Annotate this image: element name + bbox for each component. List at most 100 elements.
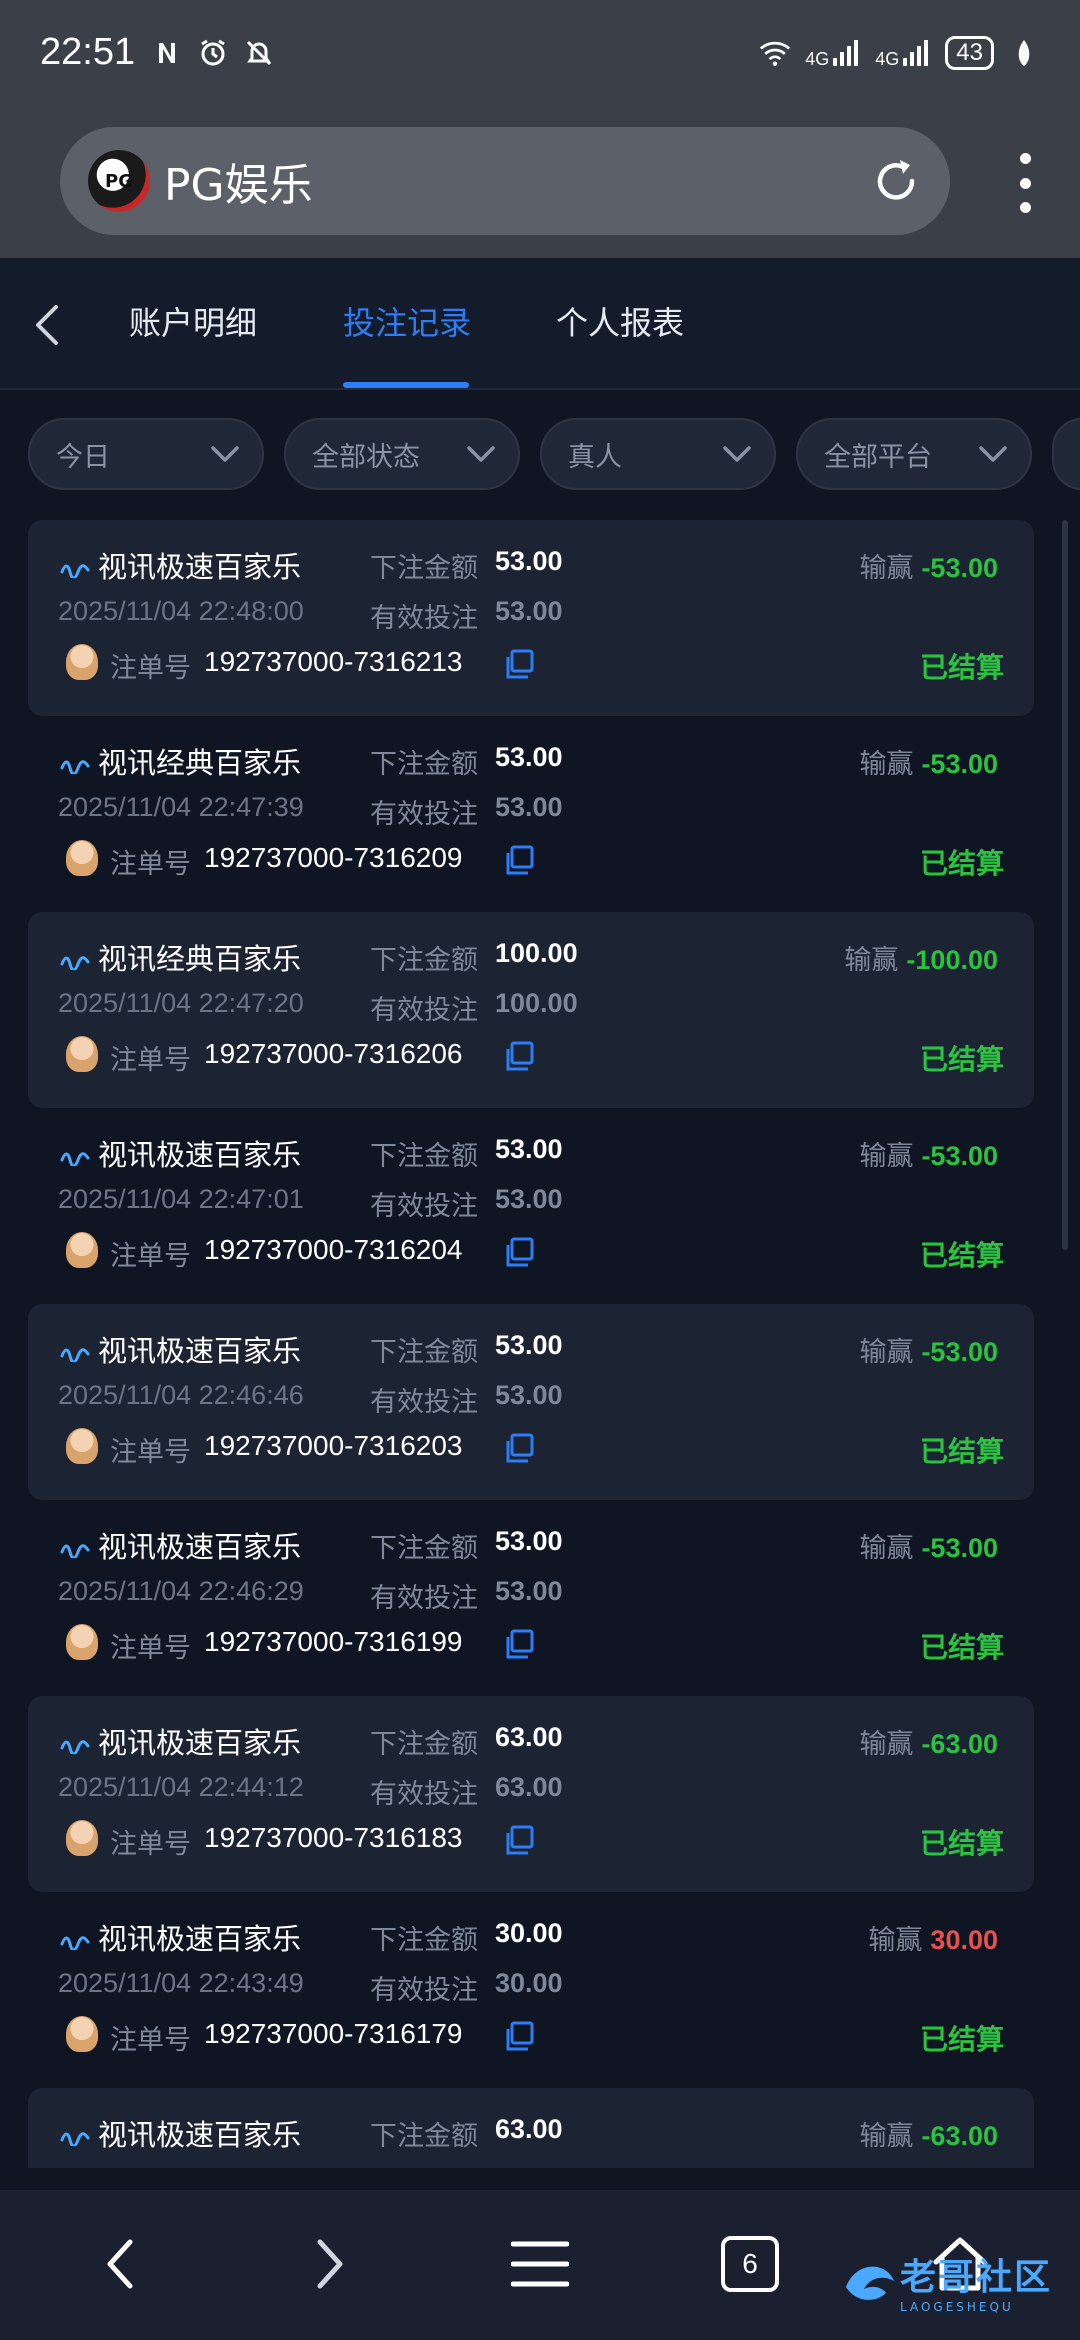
tab-bet-records[interactable]: 投注记录 [343,298,471,344]
reload-icon[interactable] [872,157,920,205]
bet-datetime: 2025/11/04 22:47:39 [58,792,304,822]
filter-platform[interactable]: 全部平台 [796,418,1032,490]
bet-record-card[interactable]: 视讯极速百家乐 下注金额 53.00 2025/11/04 22:46:46 有… [28,1304,1034,1500]
live-video-icon [60,1152,90,1166]
bet-amount-value: 53.00 [495,1526,563,1556]
live-video-icon [60,1740,90,1754]
filter-status[interactable]: 全部状态 [284,418,520,490]
win-loss: 输赢 -53.00 [859,1526,998,1565]
filter-category-label: 真人 [568,441,622,473]
order-number-label: 注单号 [110,2025,191,2056]
bet-record-card[interactable]: 视讯经典百家乐 下注金额 53.00 2025/11/04 22:47:39 有… [28,716,1034,912]
scrollbar[interactable] [1062,520,1068,1250]
win-loss-value: -63.00 [921,2121,998,2151]
win-loss-label: 输赢 [859,1337,914,1368]
dealer-avatar [66,1036,98,1072]
bet-record-card[interactable]: 视讯极速百家乐 下注金额 53.00 2025/11/04 22:48:00 有… [28,520,1034,716]
live-video-icon [60,2132,90,2146]
bet-record-card[interactable]: 视讯极速百家乐 下注金额 53.00 2025/11/04 22:47:01 有… [28,1108,1034,1304]
live-video-icon [60,1936,90,1950]
chevron-down-icon [467,446,495,462]
bet-record-card[interactable]: 视讯经典百家乐 下注金额 100.00 2025/11/04 22:47:20 … [28,912,1034,1108]
bet-datetime: 2025/11/04 22:46:29 [58,1576,304,1606]
dealer-avatar [66,1624,98,1660]
bet-amount-value: 53.00 [495,1134,563,1164]
win-loss: 输赢 -100.00 [844,938,998,977]
bet-record-card[interactable]: 视讯极速百家乐 下注金额 63.00 2025/11/04 22:44:12 有… [28,1696,1034,1892]
copy-icon[interactable] [504,844,536,876]
order-number-label: 注单号 [110,1045,191,1076]
bet-datetime: 2025/11/04 22:48:00 [58,596,304,626]
settlement-status: 已结算 [919,1827,1004,1860]
win-loss-label: 输赢 [859,1141,914,1172]
win-loss-value: 30.00 [930,1925,998,1955]
order-number-value: 192737000-7316204 [204,1234,463,1265]
signal-1: 4G [805,38,861,68]
order-number-value: 192737000-7316179 [204,2018,463,2049]
copy-icon[interactable] [504,1628,536,1660]
copy-icon[interactable] [504,648,536,680]
game-name: 视讯极速百家乐 [98,1726,302,1760]
watermark-subtext: LAOGESHEQU [900,2300,1014,2314]
valid-bet-label: 有效投注 [370,995,478,1026]
menu-icon[interactable] [510,2234,570,2294]
dealer-avatar [66,1820,98,1856]
back-nav-icon[interactable] [90,2234,150,2294]
game-name: 视讯极速百家乐 [98,1530,302,1564]
win-loss-value: -63.00 [921,1729,998,1759]
bet-amount-label: 下注金额 [370,749,478,780]
settlement-status: 已结算 [919,1631,1004,1664]
valid-bet-value: 53.00 [495,596,563,626]
bet-datetime: 2025/11/04 22:47:01 [58,1184,304,1214]
bet-record-card[interactable]: 视讯极速百家乐 下注金额 63.00 有效投注 注单号 输赢-63.00 [28,2088,1034,2168]
win-loss-label: 输赢 [859,2121,914,2152]
bet-record-card[interactable]: 视讯极速百家乐 下注金额 53.00 2025/11/04 22:46:29 有… [28,1500,1034,1696]
filter-platform-label: 全部平台 [824,441,932,473]
bet-record-card[interactable]: 视讯极速百家乐 下注金额 30.00 2025/11/04 22:43:49 有… [28,1892,1034,2088]
copy-icon[interactable] [504,1824,536,1856]
win-loss-label: 输赢 [859,553,914,584]
bet-amount-value: 30.00 [495,1918,563,1948]
win-loss: 输赢 30.00 [868,1918,998,1957]
signal-bars-icon [903,39,929,66]
tab-account-details[interactable]: 账户明细 [129,298,257,344]
game-name: 视讯极速百家乐 [98,550,302,584]
valid-bet-value: 53.00 [495,792,563,822]
mute-icon [243,37,275,69]
filter-category[interactable]: 真人 [540,418,776,490]
page-title: PG娱乐 [164,160,313,211]
win-loss-label: 输赢 [844,945,899,976]
dragon-logo-icon [846,2266,894,2300]
bet-amount-value: 53.00 [495,742,563,772]
dealer-avatar [66,1232,98,1268]
order-number-label: 注单号 [110,1633,191,1664]
bet-datetime: 2025/11/04 22:43:49 [58,1968,304,1998]
settlement-status: 已结算 [919,1239,1004,1272]
win-loss-value: -53.00 [921,553,998,583]
forward-nav-icon[interactable] [300,2234,360,2294]
win-loss-value: -100.00 [906,945,998,975]
order-number-value: 192737000-7316213 [204,646,463,677]
filter-status-label: 全部状态 [312,441,420,473]
filter-row: 今日 全部状态 真人 全部平台 [28,418,1032,490]
order-number-label: 注单号 [110,1241,191,1272]
chevron-down-icon [723,446,751,462]
valid-bet-value: 100.00 [495,988,578,1018]
more-menu-icon[interactable] [1010,153,1040,213]
back-arrow-icon[interactable] [30,303,64,347]
bet-amount-label: 下注金额 [370,1533,478,1564]
copy-icon[interactable] [504,2020,536,2052]
win-loss-value: -53.00 [921,1337,998,1367]
live-video-icon [60,760,90,774]
filter-date[interactable]: 今日 [28,418,264,490]
copy-icon[interactable] [504,1236,536,1268]
nfc-icon [151,37,183,69]
copy-icon[interactable] [504,1432,536,1464]
filter-more-partial[interactable] [1052,418,1080,490]
win-loss-value: -53.00 [921,1141,998,1171]
address-bar[interactable]: PG PG娱乐 [60,127,950,235]
tabs-switcher[interactable]: 6 [720,2234,780,2294]
copy-icon[interactable] [504,1040,536,1072]
valid-bet-label: 有效投注 [370,1975,478,2006]
tab-personal-report[interactable]: 个人报表 [556,298,684,344]
